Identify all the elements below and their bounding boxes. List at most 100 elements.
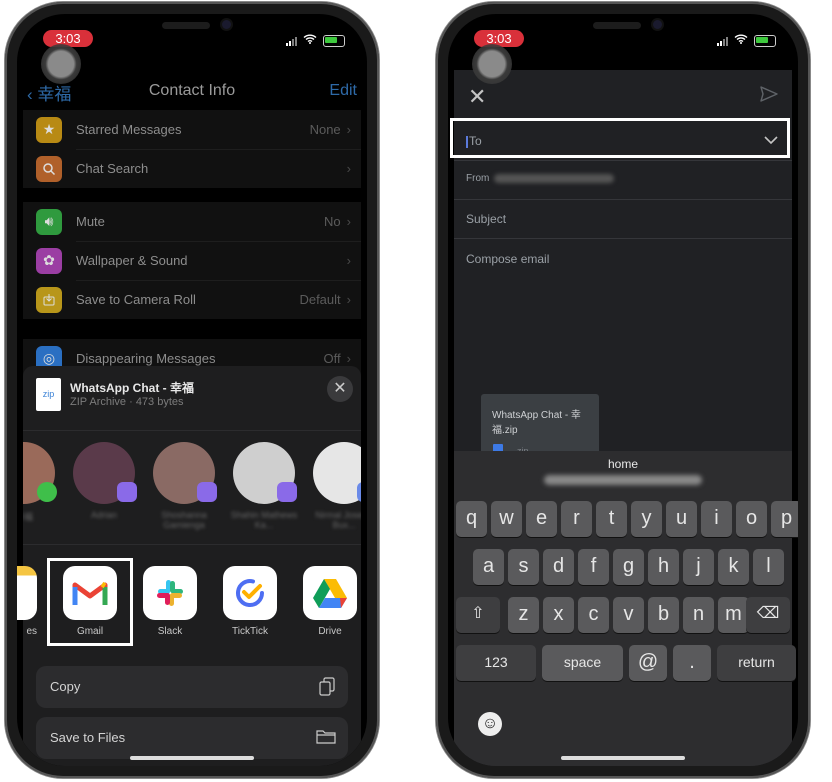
subject-field[interactable]: Subject	[454, 200, 792, 239]
row-label: Starred Messages	[76, 122, 182, 137]
settings-group-2: 🔊︎ Mute No › ✿ Wallpaper & Sound › Save …	[23, 202, 361, 319]
notes-icon	[17, 566, 37, 620]
row-mute[interactable]: 🔊︎ Mute No ›	[23, 202, 361, 241]
signal-icon	[286, 36, 297, 46]
key-u[interactable]: u	[666, 501, 697, 537]
app-name: TickTick	[232, 626, 268, 637]
shift-key[interactable]: ⇧	[456, 597, 500, 633]
from-field[interactable]: From	[454, 161, 792, 200]
key-k[interactable]: k	[718, 549, 749, 585]
whatsapp-badge-icon	[37, 482, 57, 502]
contact-suggestion[interactable]: Nirmal Joseph Bux...	[313, 442, 361, 530]
messenger-badge-icon	[117, 482, 137, 502]
attachment-name: WhatsApp Chat - 幸福.zip	[492, 410, 581, 436]
key-s[interactable]: s	[508, 549, 539, 585]
gmail-compose: ✕ To From Subject Compose email WhatsApp…	[454, 70, 798, 766]
dot-key[interactable]: .	[673, 645, 711, 681]
send-icon[interactable]	[760, 86, 778, 107]
key-i[interactable]: i	[701, 501, 732, 537]
key-h[interactable]: h	[648, 549, 679, 585]
assistive-touch-button[interactable]	[41, 44, 81, 84]
speaker-icon: 🔊︎	[36, 208, 62, 235]
key-d[interactable]: d	[543, 549, 574, 585]
divider	[23, 544, 361, 545]
key-f[interactable]: f	[578, 549, 609, 585]
return-key[interactable]: return	[717, 645, 796, 681]
status-icons	[286, 34, 345, 47]
left-screen: 3:03 ‹ 幸福 Contact Info Edit ★ Starred Me…	[17, 14, 367, 766]
star-icon: ★	[36, 116, 62, 143]
messenger-badge-icon	[357, 482, 361, 502]
messenger-badge-icon	[197, 482, 217, 502]
chevron-right-icon: ›	[346, 253, 351, 268]
key-q[interactable]: q	[456, 501, 487, 537]
key-b[interactable]: b	[648, 597, 679, 633]
contact-name: Shoshanna Gamienga	[161, 510, 207, 530]
assistive-touch-button[interactable]	[472, 44, 512, 84]
key-j[interactable]: j	[683, 549, 714, 585]
close-share-button[interactable]: ✕	[327, 376, 353, 402]
chevron-right-icon: ›	[346, 292, 351, 307]
contact-suggestion[interactable]: Adrian	[73, 442, 137, 520]
key-o[interactable]: o	[736, 501, 767, 537]
row-label: Chat Search	[76, 161, 149, 176]
slack-icon	[143, 566, 197, 620]
row-value: Default	[299, 292, 341, 307]
search-icon	[36, 155, 62, 182]
app-ticktick[interactable]: TickTick	[223, 566, 277, 637]
app-name: Drive	[318, 626, 342, 637]
space-key[interactable]: space	[542, 645, 623, 681]
key-l[interactable]: l	[753, 549, 784, 585]
key-m[interactable]: m	[718, 597, 749, 633]
flower-icon: ✿	[36, 247, 62, 274]
key-c[interactable]: c	[578, 597, 609, 633]
settings-group-1: ★ Starred Messages None › Chat Search ›	[23, 110, 361, 188]
key-z[interactable]: z	[508, 597, 539, 633]
backspace-key[interactable]: ⌫	[746, 597, 790, 633]
key-e[interactable]: e	[526, 501, 557, 537]
key-p[interactable]: p	[771, 501, 798, 537]
contact-suggestion[interactable]: 幸福	[23, 442, 57, 522]
zip-file-icon: zip	[36, 378, 61, 411]
close-icon[interactable]: ✕	[468, 84, 486, 110]
row-value: None	[309, 122, 341, 137]
app-slack[interactable]: Slack	[143, 566, 197, 637]
key-w[interactable]: w	[491, 501, 522, 537]
contact-name: Adrian	[90, 510, 117, 520]
key-t[interactable]: t	[596, 501, 627, 537]
drive-icon	[303, 566, 357, 620]
row-save-camera-roll[interactable]: Save to Camera Roll Default ›	[23, 280, 361, 319]
autocomplete-suggestion[interactable]: home	[454, 451, 792, 495]
app-notes[interactable]: es	[17, 566, 37, 637]
numbers-key[interactable]: 123	[456, 645, 536, 681]
emoji-icon[interactable]: ☺	[478, 712, 502, 736]
key-g[interactable]: g	[613, 549, 644, 585]
to-field-highlight-box	[450, 118, 790, 158]
key-x[interactable]: x	[543, 597, 574, 633]
copy-action[interactable]: Copy	[36, 666, 348, 708]
app-name: Slack	[157, 626, 183, 637]
row-value: Off	[323, 351, 341, 366]
contact-suggestion[interactable]: Shoshanna Gamienga	[153, 442, 217, 530]
home-indicator	[561, 756, 685, 760]
body-placeholder[interactable]: Compose email	[466, 252, 549, 266]
signal-icon	[717, 36, 728, 46]
row-wallpaper-sound[interactable]: ✿ Wallpaper & Sound ›	[23, 241, 361, 280]
key-r[interactable]: r	[561, 501, 592, 537]
row-chat-search[interactable]: Chat Search ›	[23, 149, 361, 188]
at-key[interactable]: @	[629, 645, 667, 681]
key-v[interactable]: v	[613, 597, 644, 633]
share-file-header: zip WhatsApp Chat - 幸福 ZIP Archive · 473…	[23, 366, 361, 428]
battery-icon	[754, 34, 776, 47]
edit-button[interactable]: Edit	[329, 82, 357, 100]
row-starred-messages[interactable]: ★ Starred Messages None ›	[23, 110, 361, 149]
save-to-files-action[interactable]: Save to Files	[36, 717, 348, 759]
ticktick-icon	[223, 566, 277, 620]
key-y[interactable]: y	[631, 501, 662, 537]
key-n[interactable]: n	[683, 597, 714, 633]
key-a[interactable]: a	[473, 549, 504, 585]
app-drive[interactable]: Drive	[303, 566, 357, 637]
from-label: From	[466, 173, 490, 184]
action-label: Save to Files	[50, 730, 126, 745]
contact-suggestion[interactable]: Shahin Mathews Ka...	[231, 442, 297, 530]
